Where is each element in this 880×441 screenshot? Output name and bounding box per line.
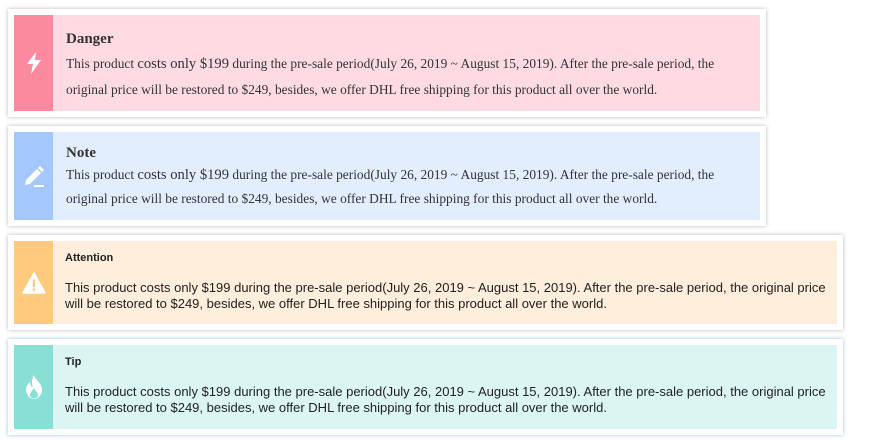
tip-note: Tip This product costs only $199 during … [8, 339, 843, 435]
danger-note-title: Danger [66, 31, 114, 47]
note-note-inner: Note This product costs only $199 during… [14, 132, 760, 220]
flame-icon [23, 374, 45, 400]
attention-note-strip [14, 241, 53, 324]
note-note-title: Note [66, 145, 96, 161]
pencil-icon [22, 164, 46, 188]
warning-icon [21, 271, 46, 294]
danger-note-text-part: This product [66, 56, 138, 71]
note-note-text-price: costs only $199 [137, 167, 230, 183]
tip-note-inner: Tip This product costs only $199 during … [14, 345, 837, 429]
danger-note-strip [14, 15, 53, 111]
danger-note: Danger This product costs only $199 duri… [8, 9, 766, 117]
note-note-strip [14, 132, 53, 220]
note-note: Note This product costs only $199 during… [8, 126, 766, 226]
danger-note-text-price: costs only $199 [137, 56, 230, 72]
tip-note-text: This product costs only $199 during the … [65, 384, 826, 415]
tip-note-body: Tip This product costs only $199 during … [53, 345, 837, 429]
note-note-text-part: This product [66, 167, 138, 182]
danger-note-text: This product costs only $199 during the … [66, 51, 752, 102]
danger-note-inner: Danger This product costs only $199 duri… [14, 15, 760, 111]
attention-note-text: This product costs only $199 during the … [65, 280, 826, 311]
attention-note-inner: Attention This product costs only $199 d… [14, 241, 837, 324]
note-note-text: This product costs only $199 during the … [66, 163, 752, 210]
lightning-icon [26, 52, 42, 74]
attention-note-title: Attention [65, 252, 114, 264]
tip-note-title: Tip [65, 356, 82, 368]
danger-note-body: Danger This product costs only $199 duri… [53, 15, 760, 111]
tip-note-strip [14, 345, 53, 429]
attention-note: Attention This product costs only $199 d… [8, 235, 843, 330]
attention-note-body: Attention This product costs only $199 d… [53, 241, 837, 324]
note-note-body: Note This product costs only $199 during… [53, 132, 760, 220]
